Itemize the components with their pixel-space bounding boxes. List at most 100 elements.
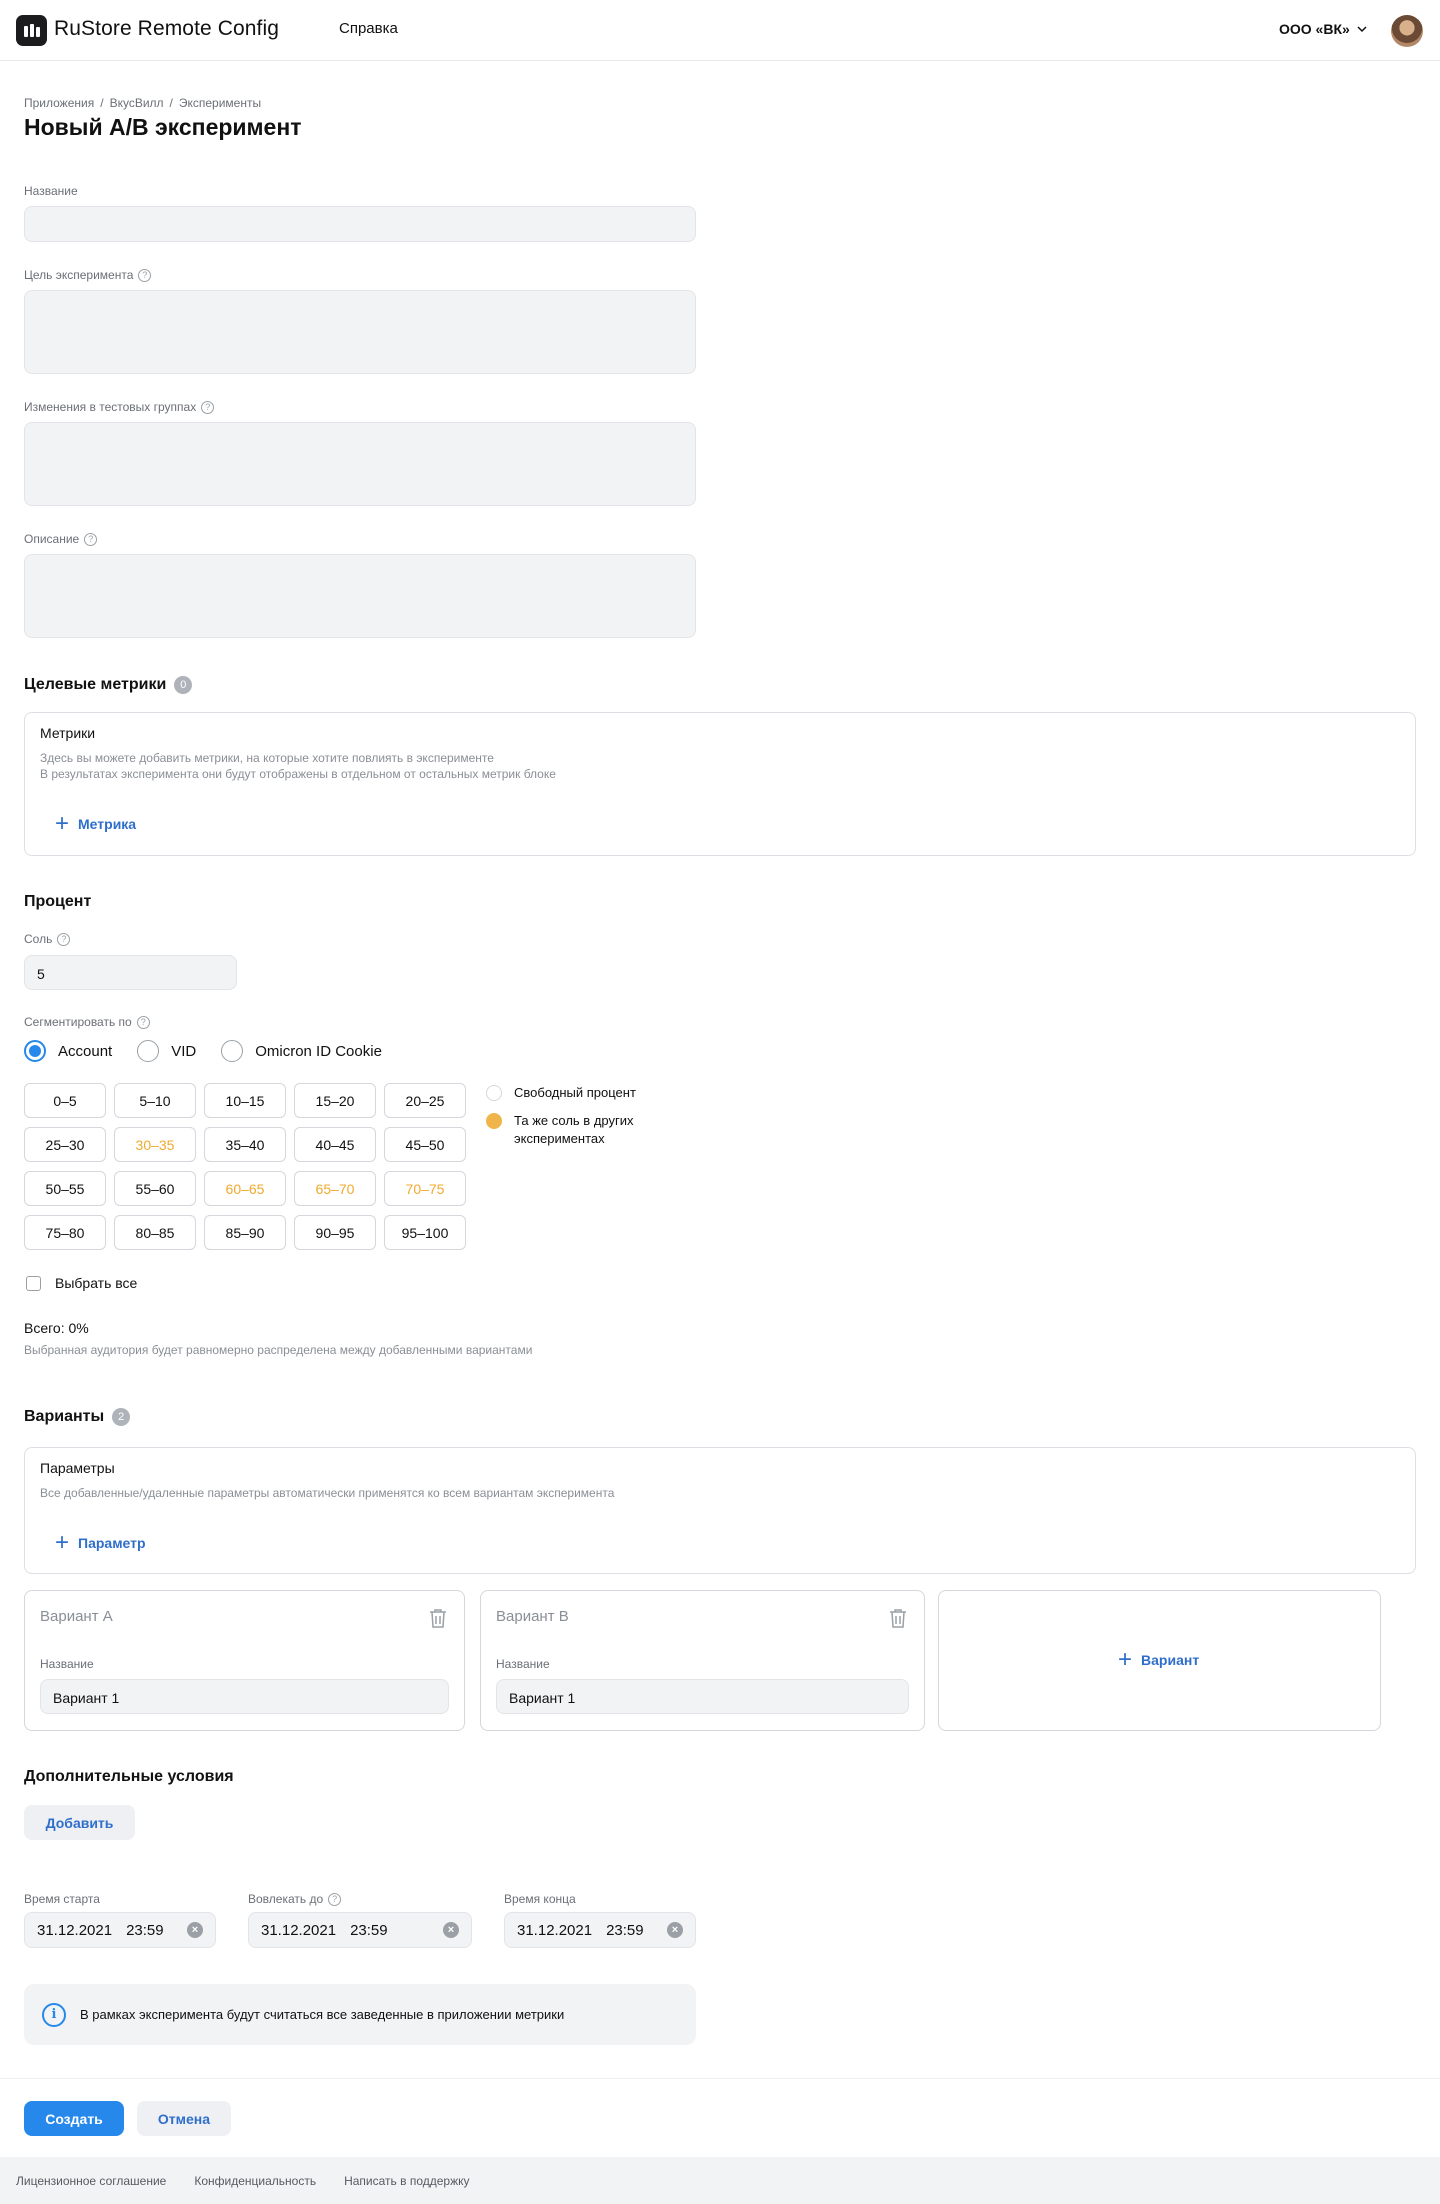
- end-time-text: 23:59: [606, 1921, 644, 1939]
- goal-label-text: Цель эксперимента: [24, 268, 134, 282]
- radio-circle[interactable]: [221, 1040, 244, 1062]
- changes-label: Изменения в тестовых группах?: [24, 400, 215, 414]
- start-time-label-text: Время старта: [24, 1892, 100, 1906]
- percent-range-cell[interactable]: 75–80: [24, 1215, 106, 1250]
- help-icon[interactable]: ?: [84, 532, 98, 546]
- percent-title-text: Процент: [24, 893, 92, 910]
- segment-radio-option[interactable]: Account: [24, 1040, 112, 1062]
- percent-range-cell[interactable]: 35–40: [204, 1127, 286, 1162]
- info-text: В рамках эксперимента будут считаться вс…: [80, 2007, 565, 2022]
- percent-range-cell[interactable]: 95–100: [384, 1215, 466, 1250]
- nav-help-link[interactable]: Справка: [339, 20, 398, 37]
- footer-link-support[interactable]: Написать в поддержку: [344, 2174, 469, 2188]
- percent-range-cell[interactable]: 10–15: [204, 1083, 286, 1118]
- help-icon[interactable]: ?: [57, 932, 71, 946]
- percent-range-cell[interactable]: 80–85: [114, 1215, 196, 1250]
- percent-range-cell[interactable]: 15–20: [294, 1083, 376, 1118]
- clear-icon[interactable]: ×: [443, 1922, 459, 1938]
- create-button[interactable]: Создать: [24, 2101, 124, 2136]
- clear-icon[interactable]: ×: [667, 1922, 683, 1938]
- radio-circle[interactable]: [24, 1040, 46, 1062]
- name-label: Название: [24, 184, 78, 198]
- breadcrumb-app[interactable]: ВкусВилл: [110, 96, 164, 110]
- add-variant-label: Вариант: [1141, 1652, 1200, 1668]
- trash-icon[interactable]: [428, 1607, 448, 1629]
- add-condition-button[interactable]: Добавить: [24, 1805, 135, 1840]
- metrics-card: Метрики Здесь вы можете добавить метрики…: [24, 712, 1416, 856]
- changes-textarea[interactable]: [24, 422, 696, 506]
- percent-range-cell[interactable]: 60–65: [204, 1171, 286, 1206]
- user-avatar[interactable]: [1391, 15, 1423, 47]
- percent-range-cell[interactable]: 5–10: [114, 1083, 196, 1118]
- divider: [0, 2078, 1440, 2079]
- variants-title-text: Варианты: [24, 1408, 105, 1425]
- percent-range-cell[interactable]: 70–75: [384, 1171, 466, 1206]
- percent-range-cell[interactable]: 20–25: [384, 1083, 466, 1118]
- segment-label: Сегментировать по?: [24, 1015, 150, 1029]
- engage-until-field[interactable]: 31.12.2021 23:59 ×: [248, 1912, 472, 1948]
- breadcrumb-experiments[interactable]: Эксперименты: [179, 96, 261, 110]
- variant-title: Вариант A: [40, 1608, 113, 1625]
- segment-radio-option[interactable]: Omicron ID Cookie: [221, 1040, 382, 1062]
- end-time-field[interactable]: 31.12.2021 23:59 ×: [504, 1912, 696, 1948]
- variant-name-input[interactable]: Вариант 1: [496, 1679, 909, 1714]
- plus-icon: +: [1118, 1646, 1133, 1673]
- end-time-value: 31.12.2021 23:59: [517, 1922, 644, 1939]
- brand-name[interactable]: RuStore Remote Config: [54, 17, 279, 41]
- percent-range-cell[interactable]: 65–70: [294, 1171, 376, 1206]
- add-metric-button[interactable]: + Метрика: [55, 812, 136, 836]
- end-date-text: 31.12.2021: [517, 1921, 593, 1939]
- start-date-text: 31.12.2021: [37, 1921, 113, 1939]
- percent-range-cell[interactable]: 55–60: [114, 1171, 196, 1206]
- variant-card-b: Вариант B Название Вариант 1: [480, 1590, 925, 1731]
- legend-free-text: Свободный процент: [514, 1085, 636, 1100]
- help-icon[interactable]: ?: [201, 400, 215, 414]
- metrics-card-desc: Здесь вы можете добавить метрики, на кот…: [40, 750, 556, 782]
- add-variant-button[interactable]: + Вариант: [1118, 1646, 1200, 1673]
- start-time-field[interactable]: 31.12.2021 23:59 ×: [24, 1912, 216, 1948]
- percent-legend: Свободный процент Та же соль в других эк…: [486, 1084, 664, 1158]
- segment-radio-option[interactable]: VID: [137, 1040, 196, 1062]
- select-all-label: Выбрать все: [55, 1275, 138, 1291]
- breadcrumb-separator: /: [169, 96, 173, 110]
- goal-textarea[interactable]: [24, 290, 696, 374]
- breadcrumb-separator: /: [100, 96, 104, 110]
- description-textarea[interactable]: [24, 554, 696, 638]
- variant-card-a: Вариант A Название Вариант 1: [24, 1590, 465, 1731]
- legend-same-text: Та же соль в других экспериментах: [514, 1113, 634, 1146]
- percent-range-cell[interactable]: 50–55: [24, 1171, 106, 1206]
- percent-range-cell[interactable]: 40–45: [294, 1127, 376, 1162]
- percent-range-cell[interactable]: 0–5: [24, 1083, 106, 1118]
- radio-label: Account: [58, 1042, 113, 1060]
- percent-range-cell[interactable]: 25–30: [24, 1127, 106, 1162]
- percent-range-cell[interactable]: 45–50: [384, 1127, 466, 1162]
- add-parameter-button[interactable]: + Параметр: [55, 1531, 146, 1555]
- rustore-logo-icon[interactable]: [16, 15, 47, 46]
- breadcrumb-apps[interactable]: Приложения: [24, 96, 94, 110]
- help-icon[interactable]: ?: [328, 1892, 342, 1906]
- clear-icon[interactable]: ×: [187, 1922, 203, 1938]
- cancel-button[interactable]: Отмена: [137, 2101, 231, 2136]
- select-all-checkbox[interactable]: Выбрать все: [26, 1275, 137, 1291]
- salt-input[interactable]: 5: [24, 955, 237, 990]
- variant-name-label: Название: [496, 1657, 550, 1671]
- checkbox-box[interactable]: [26, 1275, 41, 1291]
- footer-link-privacy[interactable]: Конфиденциальность: [194, 2174, 316, 2188]
- trash-icon[interactable]: [888, 1607, 908, 1629]
- org-switcher[interactable]: ООО «ВК»: [1279, 21, 1368, 37]
- page-title: Новый A/B эксперимент: [24, 114, 302, 140]
- add-variant-card[interactable]: + Вариант: [938, 1590, 1381, 1731]
- variant-name-input[interactable]: Вариант 1: [40, 1679, 449, 1714]
- legend-dot-same-salt: [486, 1113, 502, 1129]
- goal-label: Цель эксперимента?: [24, 268, 152, 282]
- percent-range-cell[interactable]: 30–35: [114, 1127, 196, 1162]
- description-label: Описание?: [24, 532, 98, 546]
- radio-circle[interactable]: [137, 1040, 160, 1062]
- footer-link-license[interactable]: Лицензионное соглашение: [16, 2174, 166, 2188]
- percent-range-cell[interactable]: 90–95: [294, 1215, 376, 1250]
- help-icon[interactable]: ?: [136, 1015, 150, 1029]
- percent-range-grid: 0–5 5–10 10–15 15–20 20–25 25–30 30–35 35–40 40–…: [24, 1083, 466, 1250]
- name-input[interactable]: [24, 206, 696, 242]
- percent-range-cell[interactable]: 85–90: [204, 1215, 286, 1250]
- help-icon[interactable]: ?: [138, 268, 152, 282]
